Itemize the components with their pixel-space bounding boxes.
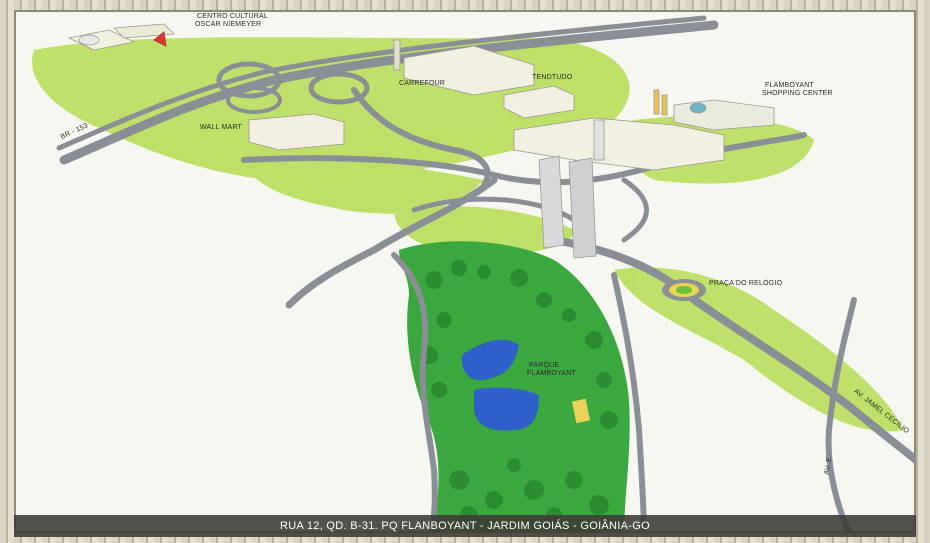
illustrated-map: CENTRO CULTURAL OSCAR NIEMEYER CARREFOUR… [14,10,916,533]
label-oscar-niemeyer: OSCAR NIEMEYER [195,21,262,28]
label-flamboyant: FLAMBOYANT [765,82,814,89]
label-wall-mart: WALL MART [200,124,242,131]
praca-do-relogio [662,279,706,301]
address-caption: RUA 12, QD. B-31. PQ FLANBOYANT - JARDIM… [280,520,650,532]
label-parque: PARQUE [529,362,560,369]
label-flamboyant-park: FLAMBOYANT [527,370,576,377]
label-carrefour: CARREFOUR [399,80,446,87]
label-tendtudo: TENDTUDO [532,74,573,81]
label-praca-do-relogio: PRAÇA DO RELÓGIO [709,280,783,287]
label-centro-cultural: CENTRO CULTURAL [197,13,268,20]
label-shopping-center: SHOPPING CENTER [762,90,833,97]
caption-bar: RUA 12, QD. B-31. PQ FLANBOYANT - JARDIM… [14,515,916,537]
